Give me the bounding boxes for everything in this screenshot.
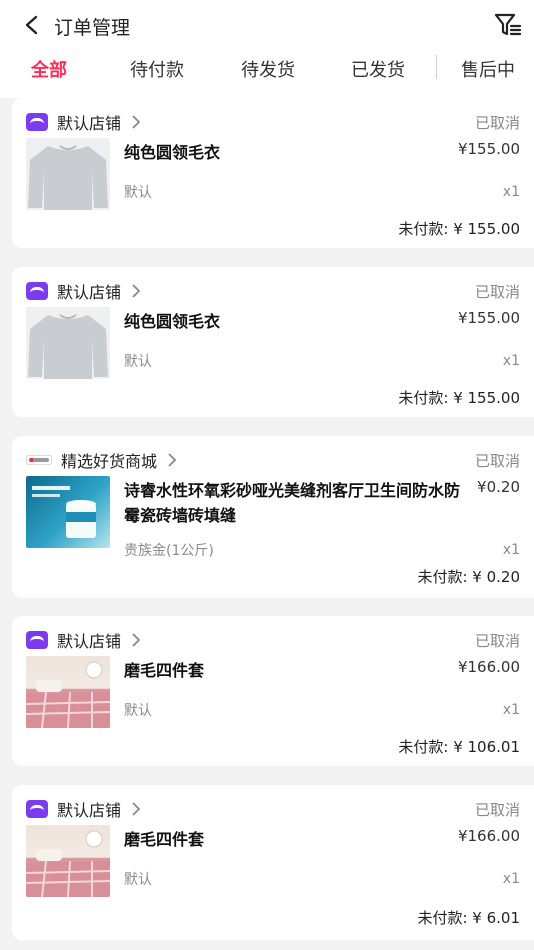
product-variant: 默认 [124,872,152,888]
unpaid-amount: 未付款: ¥ 155.00 [398,389,520,407]
store-link[interactable]: 默认店铺 [26,628,141,652]
store-logo-icon [26,113,48,131]
chevron-right-icon [168,453,177,467]
product-name: 纯色圆领毛衣 [124,143,221,162]
order-status: 已取消 [474,632,520,650]
store-link[interactable]: 默认店铺 [26,279,141,303]
navigation-bar: 订单管理 [0,0,534,50]
store-name: 默认店铺 [57,283,122,302]
product-variant: 默认 [124,354,152,370]
product-price: ¥166.00 [457,658,520,676]
product-image[interactable] [26,825,110,897]
product-quantity: x1 [502,542,520,558]
product-price: ¥0.20 [477,478,520,496]
order-status-tabs: 全部 待付款 待发货 已发货 售后中 [0,50,534,90]
order-card[interactable]: 默认店铺 已取消 磨毛四件套 ¥166.00 默认 x1 未付款: ¥ 106.… [12,616,534,766]
product-image[interactable] [26,656,110,728]
product-quantity: x1 [502,353,520,369]
store-logo-icon [26,455,52,465]
sweater-image-icon [28,145,108,210]
store-link[interactable]: 精选好货商城 [26,448,177,472]
order-status: 已取消 [474,283,520,301]
top-bar: 订单管理 全部 待付款 待发货 已发货 售后中 [0,0,534,98]
order-card[interactable]: 默认店铺 已取消 磨毛四件套 ¥166.00 默认 x1 未付款: ¥ 6.01 [12,785,534,940]
order-card[interactable]: 精选好货商城 已取消 诗睿水性环氧彩砂哑光美缝剂客厅卫生间防水防霉瓷砖墙砖填缝 … [12,436,534,598]
tab-divider [436,55,437,79]
product-name: 纯色圆领毛衣 [124,312,221,331]
store-logo-icon [26,631,48,649]
chevron-right-icon [132,284,141,298]
tab-pending-payment[interactable]: 待付款 [130,56,184,82]
order-status: 已取消 [474,452,520,470]
order-status: 已取消 [474,114,520,132]
tab-pending-shipment[interactable]: 待发货 [241,56,295,82]
order-card[interactable]: 默认店铺 已取消 纯色圆领毛衣 ¥155.00 默认 x1 未付款: ¥ 155… [12,98,534,248]
product-image[interactable] [26,138,110,210]
store-name: 默认店铺 [57,632,122,651]
product-variant: 贵族金(1公斤) [124,543,214,559]
store-logo-icon [26,282,48,300]
page-title: 订单管理 [54,17,131,39]
order-status: 已取消 [474,801,520,819]
store-name: 默认店铺 [57,114,122,133]
product-price: ¥166.00 [457,827,520,845]
order-card[interactable]: 默认店铺 已取消 纯色圆领毛衣 ¥155.00 默认 x1 未付款: ¥ 155… [12,267,534,417]
product-variant: 默认 [124,185,152,201]
product-price: ¥155.00 [457,140,520,158]
unpaid-amount: 未付款: ¥ 0.20 [417,568,520,586]
unpaid-amount: 未付款: ¥ 6.01 [417,909,520,927]
bedding-image-icon [26,830,110,897]
tab-shipped[interactable]: 已发货 [351,56,405,82]
store-name: 精选好货商城 [61,452,158,471]
unpaid-amount: 未付款: ¥ 106.01 [398,738,520,756]
unpaid-amount: 未付款: ¥ 155.00 [398,220,520,238]
chevron-right-icon [132,802,141,816]
store-logo-icon [26,800,48,818]
chevron-left-icon[interactable] [22,14,42,36]
product-price: ¥155.00 [457,309,520,327]
chevron-right-icon [132,633,141,647]
product-name: 诗睿水性环氧彩砂哑光美缝剂客厅卫生间防水防霉瓷砖墙砖填缝 [124,481,461,525]
store-link[interactable]: 默认店铺 [26,110,141,134]
product-name: 磨毛四件套 [124,661,205,680]
sweater-image-icon [28,314,108,379]
product-image[interactable] [26,476,110,548]
filter-icon[interactable] [494,11,522,39]
product-image[interactable] [26,307,110,379]
product-quantity: x1 [502,702,520,718]
store-link[interactable]: 默认店铺 [26,797,141,821]
product-variant: 默认 [124,703,152,719]
tab-all[interactable]: 全部 [31,56,67,82]
bedding-image-icon [26,661,110,728]
grout-bucket-image-icon [32,486,96,538]
store-name: 默认店铺 [57,801,122,820]
product-name: 磨毛四件套 [124,830,205,849]
product-quantity: x1 [502,871,520,887]
chevron-right-icon [132,115,141,129]
tab-after-sales[interactable]: 售后中 [461,56,515,82]
product-quantity: x1 [502,184,520,200]
